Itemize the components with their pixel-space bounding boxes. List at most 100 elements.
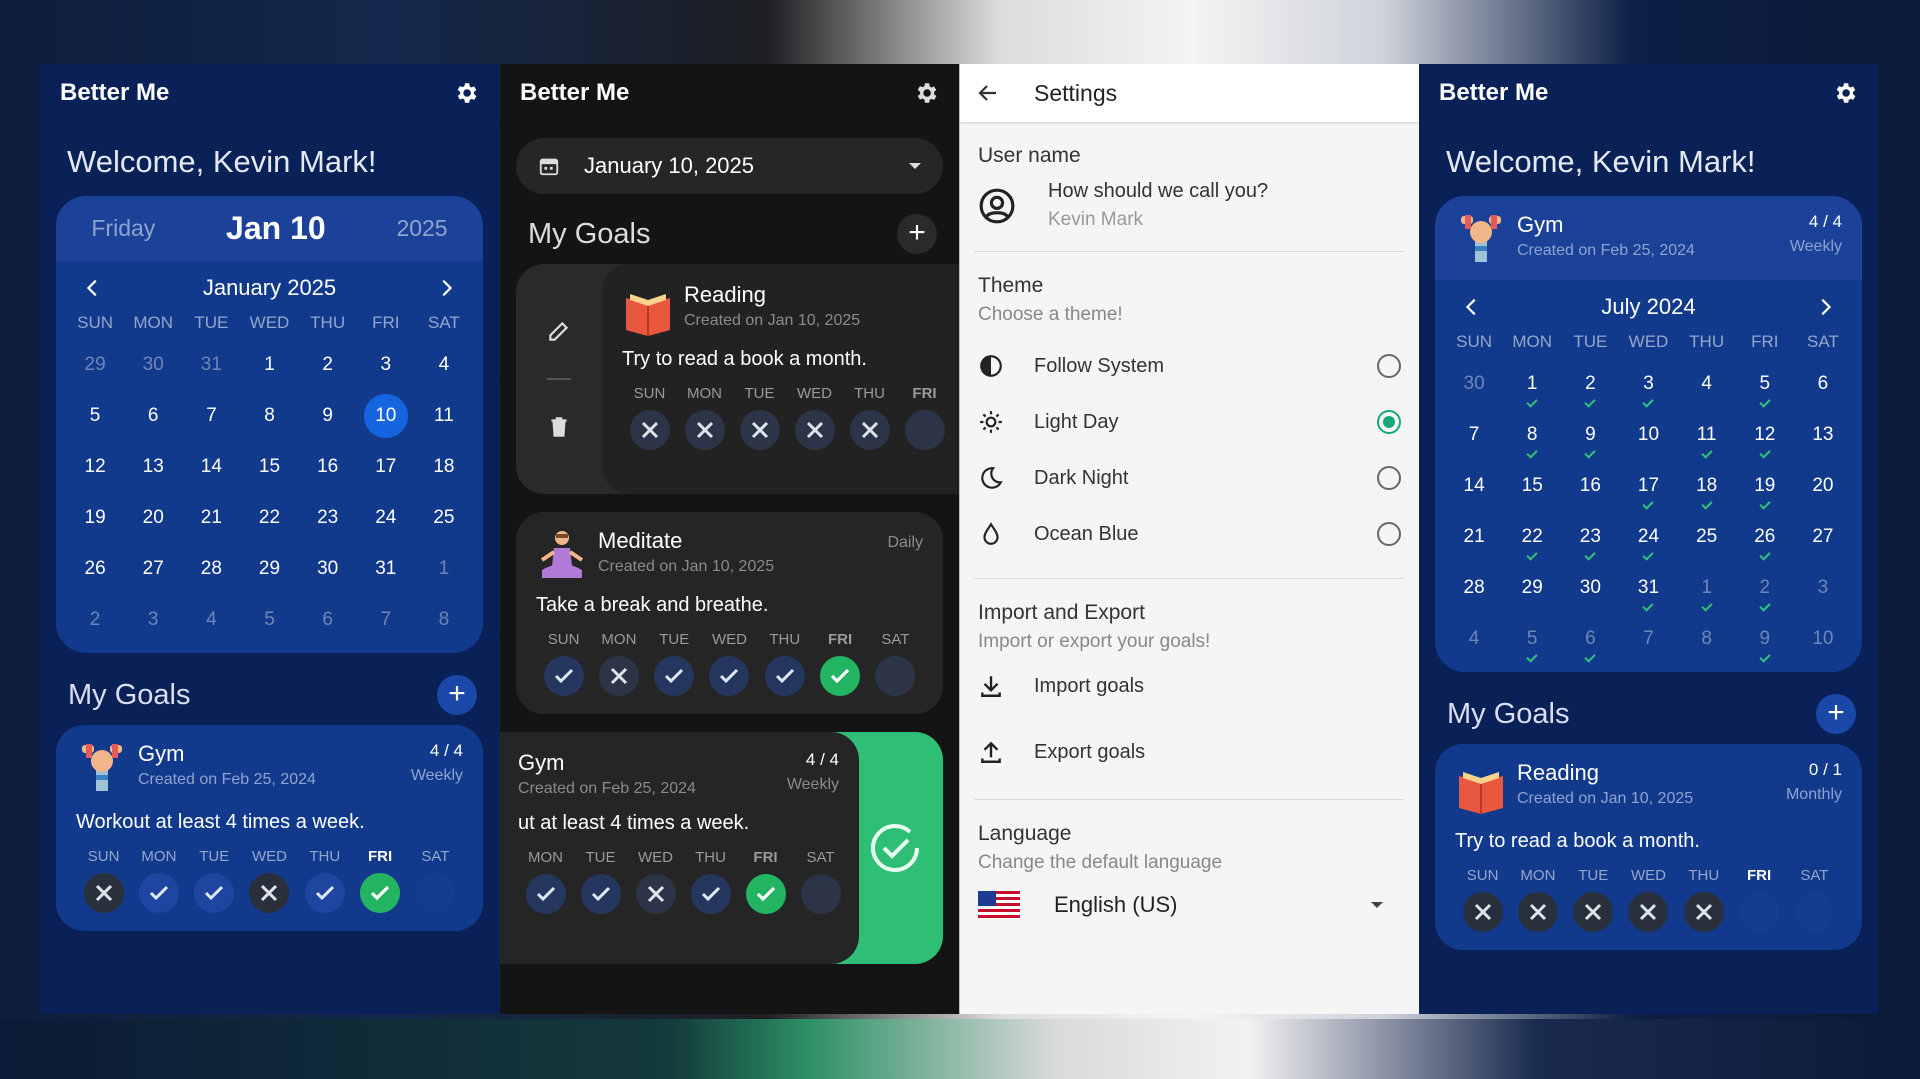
calendar-day[interactable]: 2 xyxy=(299,339,357,390)
edit-icon[interactable] xyxy=(546,318,572,344)
calendar-day[interactable]: 20 xyxy=(124,492,182,543)
check-icon[interactable] xyxy=(543,656,584,696)
check-icon[interactable] xyxy=(820,656,861,696)
calendar-day[interactable]: 12 xyxy=(66,441,124,492)
empty-day-indicator[interactable] xyxy=(875,656,916,696)
username-row[interactable]: How should we call you? Kevin Mark xyxy=(960,168,1419,251)
calendar-day[interactable]: 10 xyxy=(1794,613,1852,664)
calendar-day[interactable]: 6 xyxy=(124,390,182,441)
add-goal-button[interactable]: + xyxy=(1816,694,1856,734)
calendar-day[interactable]: 1 xyxy=(1678,562,1736,613)
calendar-day[interactable]: 8 xyxy=(1503,409,1561,460)
cross-icon[interactable] xyxy=(1462,892,1503,932)
empty-day-indicator[interactable] xyxy=(1794,892,1835,932)
calendar-day[interactable]: 19 xyxy=(1736,460,1794,511)
calendar-day[interactable]: 9 xyxy=(299,390,357,441)
cross-icon[interactable] xyxy=(598,656,639,696)
calendar-day[interactable]: 16 xyxy=(1561,460,1619,511)
date-picker[interactable]: January 10, 2025 xyxy=(516,138,943,194)
check-icon[interactable] xyxy=(304,873,345,913)
cross-icon[interactable] xyxy=(1683,892,1724,932)
calendar-day[interactable]: 11 xyxy=(415,390,473,441)
check-icon[interactable] xyxy=(194,873,235,913)
calendar-day[interactable]: 8 xyxy=(240,390,298,441)
calendar-day[interactable]: 8 xyxy=(1678,613,1736,664)
cross-icon[interactable] xyxy=(849,410,890,450)
calendar-day[interactable]: 30 xyxy=(1561,562,1619,613)
calendar-day[interactable]: 29 xyxy=(240,543,298,594)
empty-day-indicator[interactable] xyxy=(800,874,841,914)
calendar-day[interactable]: 12 xyxy=(1736,409,1794,460)
add-goal-button[interactable]: + xyxy=(437,675,477,715)
calendar-day[interactable]: 10 xyxy=(357,390,415,441)
calendar-day[interactable]: 20 xyxy=(1794,460,1852,511)
calendar-day[interactable]: 14 xyxy=(1445,460,1503,511)
calendar-day[interactable]: 16 xyxy=(299,441,357,492)
gear-icon[interactable] xyxy=(913,80,939,106)
add-goal-button[interactable]: + xyxy=(897,214,937,254)
calendar-day[interactable]: 18 xyxy=(415,441,473,492)
calendar-day[interactable]: 22 xyxy=(1503,511,1561,562)
theme-radio-dark-night[interactable] xyxy=(1377,466,1401,490)
calendar-day[interactable]: 5 xyxy=(66,390,124,441)
calendar-day[interactable]: 21 xyxy=(1445,511,1503,562)
check-icon[interactable] xyxy=(764,656,805,696)
calendar-day[interactable]: 5 xyxy=(1736,358,1794,409)
import-goals-row[interactable]: Import goals xyxy=(960,653,1419,719)
check-icon[interactable] xyxy=(360,873,401,913)
calendar-day[interactable]: 30 xyxy=(299,543,357,594)
cross-icon[interactable] xyxy=(1517,892,1558,932)
calendar-day[interactable]: 15 xyxy=(1503,460,1561,511)
calendar-day[interactable]: 4 xyxy=(415,339,473,390)
date-header[interactable]: Friday Jan 10 2025 xyxy=(56,196,483,261)
calendar-day[interactable]: 28 xyxy=(182,543,240,594)
calendar-day[interactable]: 3 xyxy=(1794,562,1852,613)
cross-icon[interactable] xyxy=(629,410,670,450)
theme-option-ocean-blue[interactable]: Ocean Blue xyxy=(960,506,1419,562)
calendar-day[interactable]: 24 xyxy=(357,492,415,543)
calendar-day[interactable]: 10 xyxy=(1619,409,1677,460)
goal-card-reading[interactable]: Reading Created on Jan 10, 2025 0 / 1 Mo… xyxy=(1435,744,1862,950)
check-icon[interactable] xyxy=(690,874,731,914)
calendar-day[interactable]: 26 xyxy=(66,543,124,594)
check-icon[interactable] xyxy=(580,874,621,914)
calendar-day[interactable]: 31 xyxy=(357,543,415,594)
calendar-day[interactable]: 1 xyxy=(415,543,473,594)
calendar-day[interactable]: 25 xyxy=(415,492,473,543)
calendar-day[interactable]: 13 xyxy=(1794,409,1852,460)
calendar-day[interactable]: 7 xyxy=(357,594,415,645)
calendar-day[interactable]: 25 xyxy=(1678,511,1736,562)
goal-card-gym[interactable]: Gym Created on Feb 25, 2024 4 / 4 Weekly… xyxy=(56,725,483,931)
calendar-day[interactable]: 31 xyxy=(1619,562,1677,613)
language-select[interactable]: English (US) xyxy=(960,874,1419,936)
calendar-day[interactable]: 3 xyxy=(357,339,415,390)
cross-icon[interactable] xyxy=(794,410,835,450)
cross-icon[interactable] xyxy=(684,410,725,450)
cross-icon[interactable] xyxy=(1573,892,1614,932)
theme-option-dark-night[interactable]: Dark Night xyxy=(960,450,1419,506)
calendar-day[interactable]: 18 xyxy=(1678,460,1736,511)
chevron-left-icon[interactable] xyxy=(1461,296,1483,318)
goal-card-reading-swiped[interactable]: Reading Created on Jan 10, 2025 Try to r… xyxy=(516,264,959,494)
calendar-day[interactable]: 17 xyxy=(1619,460,1677,511)
calendar-day[interactable]: 19 xyxy=(66,492,124,543)
calendar-day[interactable]: 6 xyxy=(1561,613,1619,664)
calendar-day[interactable]: 26 xyxy=(1736,511,1794,562)
calendar-day[interactable]: 3 xyxy=(1619,358,1677,409)
calendar-day[interactable]: 4 xyxy=(1445,613,1503,664)
calendar-day[interactable]: 11 xyxy=(1678,409,1736,460)
calendar-day[interactable]: 4 xyxy=(182,594,240,645)
calendar-day[interactable]: 23 xyxy=(1561,511,1619,562)
calendar-day[interactable]: 13 xyxy=(124,441,182,492)
empty-day-indicator[interactable] xyxy=(415,873,456,913)
calendar-day[interactable]: 27 xyxy=(1794,511,1852,562)
calendar-day[interactable]: 5 xyxy=(240,594,298,645)
calendar-day[interactable]: 22 xyxy=(240,492,298,543)
calendar-day[interactable]: 29 xyxy=(1503,562,1561,613)
calendar-day[interactable]: 24 xyxy=(1619,511,1677,562)
theme-radio-ocean-blue[interactable] xyxy=(1377,522,1401,546)
cross-icon[interactable] xyxy=(83,873,124,913)
goal-card-gym-swiped[interactable]: Gym Created on Feb 25, 2024 4 / 4 Weekly… xyxy=(500,732,959,964)
calendar-day[interactable]: 6 xyxy=(1794,358,1852,409)
calendar-day[interactable]: 6 xyxy=(299,594,357,645)
